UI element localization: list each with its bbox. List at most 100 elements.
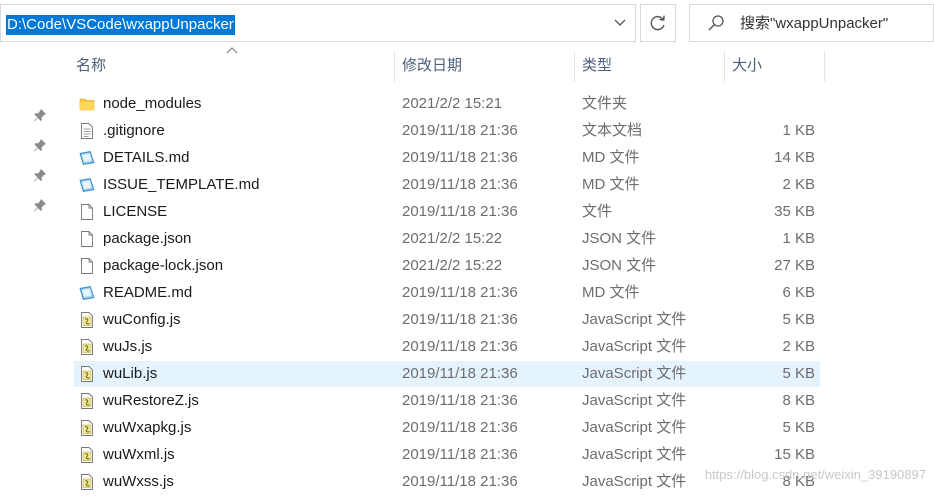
file-modified-date: 2021/2/2 15:22 — [402, 257, 503, 274]
file-name: ISSUE_TEMPLATE.md — [103, 176, 260, 193]
refresh-icon — [650, 15, 665, 31]
js-file-icon — [81, 474, 93, 490]
file-row[interactable]: LICENSE 2019/11/18 21:36 文件 35 KB — [74, 199, 820, 225]
file-modified-date: 2019/11/18 21:36 — [402, 419, 518, 436]
file-modified-date: 2019/11/18 21:36 — [402, 203, 518, 220]
file-name: .gitignore — [103, 122, 165, 139]
file-modified-date: 2019/11/18 21:36 — [402, 392, 518, 409]
file-name: package-lock.json — [103, 257, 224, 274]
file-size: 15 KB — [774, 446, 815, 463]
refresh-button[interactable] — [640, 4, 676, 42]
file-row[interactable]: package-lock.json 2021/2/2 15:22 JSON 文件 27… — [74, 253, 820, 279]
file-type: MD 文件 — [582, 176, 640, 193]
pin-icon[interactable] — [33, 198, 47, 212]
address-path[interactable]: D:\Code\VSCode\wxappUnpacker — [6, 15, 235, 35]
file-row[interactable]: DETAILS.md 2019/11/18 21:36 MD 文件 14 KB — [74, 145, 820, 171]
address-history-button[interactable] — [605, 5, 635, 41]
column-size[interactable]: 大小 — [732, 48, 762, 84]
file-row[interactable]: .gitignore 2019/11/18 21:36 文本文档 1 KB — [74, 118, 820, 144]
column-divider[interactable] — [724, 52, 725, 82]
file-size: 6 KB — [782, 284, 815, 301]
file-row[interactable]: wuRestoreZ.js 2019/11/18 21:36 JavaScript … — [74, 388, 820, 414]
file-type: 文件 — [582, 203, 613, 220]
pin-icon[interactable] — [33, 138, 47, 152]
file-name: wuWxss.js — [103, 473, 174, 490]
file-size: 5 KB — [782, 311, 815, 328]
markdown-file-icon — [79, 178, 95, 192]
blank-file-icon — [81, 258, 93, 274]
column-name[interactable]: 名称 — [76, 48, 106, 84]
file-row[interactable]: node_modules 2021/2/2 15:21 文件夹 — [74, 91, 820, 117]
file-name: wuJs.js — [103, 338, 153, 355]
file-size: 1 KB — [782, 122, 815, 139]
search-input[interactable]: 搜索"wxappUnpacker" — [740, 14, 888, 34]
file-type: JavaScript 文件 — [582, 311, 687, 328]
file-type: JavaScript 文件 — [582, 365, 687, 382]
column-divider[interactable] — [394, 52, 395, 82]
blank-file-icon — [81, 231, 93, 247]
search-box[interactable]: 搜索"wxappUnpacker" — [689, 4, 934, 42]
js-file-icon — [81, 312, 93, 328]
file-name: node_modules — [103, 95, 202, 112]
file-size: 35 KB — [774, 203, 815, 220]
file-size: 2 KB — [782, 176, 815, 193]
column-divider[interactable] — [574, 52, 575, 82]
file-row[interactable]: package.json 2021/2/2 15:22 JSON 文件 1 KB — [74, 226, 820, 252]
file-size: 1 KB — [782, 230, 815, 247]
file-row[interactable]: wuWxapkg.js 2019/11/18 21:36 JavaScript 文件… — [74, 415, 820, 441]
file-modified-date: 2019/11/18 21:36 — [402, 149, 518, 166]
file-name: DETAILS.md — [103, 149, 190, 166]
file-type: MD 文件 — [582, 149, 640, 166]
text-file-icon — [81, 123, 93, 139]
search-icon — [708, 15, 724, 31]
markdown-file-icon — [79, 286, 95, 300]
file-name: wuConfig.js — [103, 311, 181, 328]
pin-icon[interactable] — [33, 108, 47, 122]
file-row[interactable]: wuWxml.js 2019/11/18 21:36 JavaScript 文件 15… — [74, 442, 820, 468]
file-name: wuRestoreZ.js — [103, 392, 199, 409]
file-name: package.json — [103, 230, 192, 247]
file-type: JavaScript 文件 — [582, 419, 687, 436]
file-row[interactable]: wuJs.js 2019/11/18 21:36 JavaScript 文件 2 KB — [74, 334, 820, 360]
file-type: JavaScript 文件 — [582, 338, 687, 355]
blank-file-icon — [81, 204, 93, 220]
file-size: 27 KB — [774, 257, 815, 274]
file-size: 5 KB — [782, 419, 815, 436]
file-type: 文件夹 — [582, 95, 628, 112]
chevron-down-icon — [614, 19, 626, 26]
file-type: JavaScript 文件 — [582, 446, 687, 463]
file-modified-date: 2019/11/18 21:36 — [402, 176, 518, 193]
file-size: 2 KB — [782, 338, 815, 355]
folder-icon — [79, 98, 95, 111]
file-row[interactable]: wuLib.js 2019/11/18 21:36 JavaScript 文件 5 K… — [74, 361, 820, 387]
file-modified-date: 2021/2/2 15:21 — [402, 95, 503, 112]
js-file-icon — [81, 393, 93, 409]
file-modified-date: 2019/11/18 21:36 — [402, 122, 518, 139]
column-divider[interactable] — [824, 52, 825, 82]
column-date[interactable]: 修改日期 — [402, 48, 462, 84]
file-modified-date: 2019/11/18 21:36 — [402, 365, 518, 382]
pin-icon[interactable] — [33, 168, 47, 182]
js-file-icon — [81, 420, 93, 436]
file-type: JSON 文件 — [582, 257, 657, 274]
file-type: 文本文档 — [582, 122, 643, 139]
file-name: wuWxml.js — [103, 446, 175, 463]
file-modified-date: 2019/11/18 21:36 — [402, 284, 518, 301]
file-type: JavaScript 文件 — [582, 473, 687, 490]
address-bar[interactable]: D:\Code\VSCode\wxappUnpacker — [0, 4, 636, 42]
file-type: JSON 文件 — [582, 230, 657, 247]
file-row[interactable]: ISSUE_TEMPLATE.md 2019/11/18 21:36 MD 文件 2 … — [74, 172, 820, 198]
column-type[interactable]: 类型 — [582, 48, 612, 84]
file-name: LICENSE — [103, 203, 168, 220]
column-header: 名称 修改日期 类型 大小 — [0, 48, 934, 84]
file-row[interactable]: wuConfig.js 2019/11/18 21:36 JavaScript 文件… — [74, 307, 820, 333]
file-modified-date: 2021/2/2 15:22 — [402, 230, 503, 247]
file-name: wuLib.js — [103, 365, 158, 382]
file-name: wuWxapkg.js — [103, 419, 192, 436]
js-file-icon — [81, 447, 93, 463]
file-size: 8 KB — [782, 392, 815, 409]
file-modified-date: 2019/11/18 21:36 — [402, 446, 518, 463]
file-modified-date: 2019/11/18 21:36 — [402, 311, 518, 328]
file-row[interactable]: README.md 2019/11/18 21:36 MD 文件 6 KB — [74, 280, 820, 306]
file-modified-date: 2019/11/18 21:36 — [402, 338, 518, 355]
